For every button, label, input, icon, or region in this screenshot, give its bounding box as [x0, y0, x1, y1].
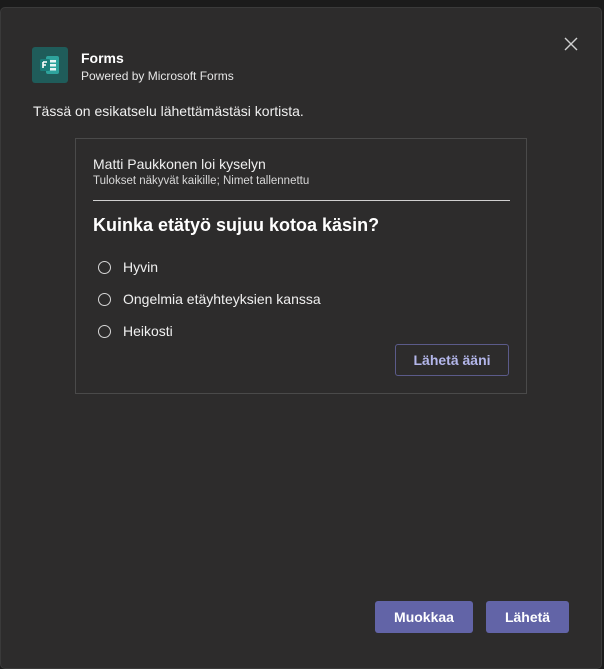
submit-vote-button[interactable]: Lähetä ääni: [395, 344, 509, 376]
app-title: Forms: [81, 50, 124, 66]
close-button[interactable]: [559, 32, 583, 56]
radio-button[interactable]: [98, 260, 111, 274]
poll-option-label: Heikosti: [123, 323, 173, 339]
poll-option-label: Ongelmia etäyhteyksien kanssa: [123, 291, 321, 307]
edit-button[interactable]: Muokkaa: [375, 601, 473, 633]
send-button[interactable]: Lähetä: [486, 601, 569, 633]
radio-button[interactable]: [98, 324, 111, 338]
poll-option[interactable]: Hyvin: [98, 257, 158, 277]
card-divider: [93, 200, 510, 201]
preview-intro-text: Tässä on esikatselu lähettämästäsi korti…: [33, 103, 304, 119]
poll-option[interactable]: Ongelmia etäyhteyksien kanssa: [98, 289, 321, 309]
poll-option-label: Hyvin: [123, 259, 159, 275]
poll-question: Kuinka etätyö sujuu kotoa käsin?: [93, 215, 380, 235]
radio-button[interactable]: [98, 292, 111, 306]
poll-settings-line: Tulokset näkyvät kaikille; Nimet tallenn…: [93, 175, 310, 187]
microsoft-forms-icon: [32, 47, 68, 83]
app-subtitle: Powered by Microsoft Forms: [81, 69, 234, 83]
poll-creator-line: Matti Paukkonen loi kyselyn: [93, 156, 266, 172]
poll-option[interactable]: Heikosti: [98, 321, 173, 341]
poll-card: Matti Paukkonen loi kyselyn Tulokset näk…: [75, 138, 527, 394]
preview-dialog: Forms Powered by Microsoft Forms Tässä o…: [1, 8, 601, 668]
close-icon: [564, 37, 578, 51]
